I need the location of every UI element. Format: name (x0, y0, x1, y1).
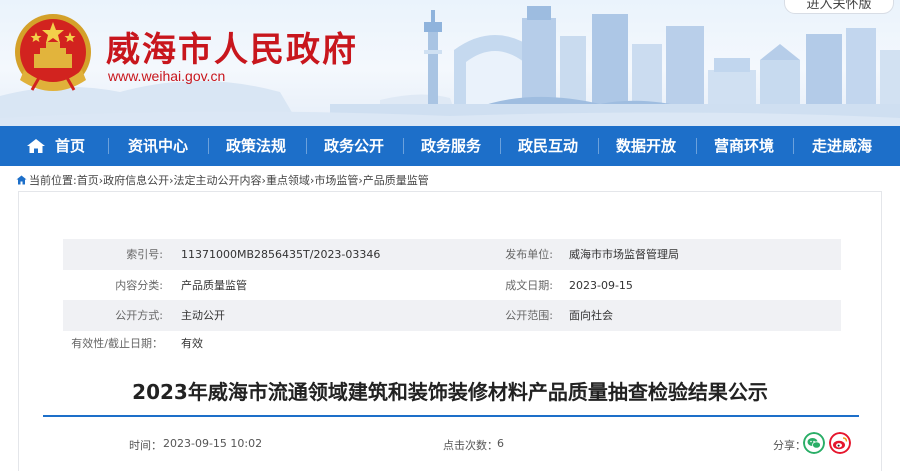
article-container: 索引号: 11371000MB2856435T/2023-03346 发布单位:… (18, 191, 882, 471)
nav-divider (208, 138, 209, 154)
publisher-label: 发布单位: (505, 248, 553, 261)
main-nav: 首页 资讯中心 政策法规 政务公开 政务服务 政民互动 数据开放 营商环境 走进… (0, 126, 900, 166)
nav-business-environment[interactable]: 营商环境 (704, 126, 784, 166)
wechat-share-icon[interactable] (803, 432, 825, 454)
disclosure-method-label: 公开方式: (115, 309, 163, 322)
meta-row-method: 公开方式: 主动公开 公开范围: 面向社会 (63, 300, 841, 331)
breadcrumb-gov-info-open[interactable]: 政府信息公开 (103, 174, 169, 187)
nav-divider (500, 138, 501, 154)
meta-row-validity: 有效性/截止日期： 有效 (63, 328, 841, 359)
breadcrumb-product-quality[interactable]: 产品质量监管 (363, 174, 429, 187)
care-mode-button[interactable]: 进入关怀版 (784, 0, 894, 14)
nav-policies[interactable]: 政策法规 (216, 126, 296, 166)
weibo-share-icon[interactable] (829, 432, 851, 454)
nav-news-center[interactable]: 资讯中心 (118, 126, 198, 166)
meta-row-category: 内容分类: 产品质量监管 成文日期: 2023-09-15 (63, 270, 841, 301)
breadcrumb-statutory-content[interactable]: 法定主动公开内容 (174, 174, 262, 187)
nav-interaction[interactable]: 政民互动 (508, 126, 588, 166)
click-count-value: 6 (497, 437, 504, 450)
breadcrumb-prefix: 当前位置 (29, 174, 73, 187)
breadcrumb-home[interactable]: 首页 (77, 174, 99, 187)
breadcrumb-key-areas[interactable]: 重点领域 (266, 174, 310, 187)
nav-divider (306, 138, 307, 154)
publisher-value: 威海市市场监督管理局 (569, 248, 679, 261)
publish-time-label: 时间： (129, 439, 162, 452)
publish-time-value: 2023-09-15 10:02 (163, 437, 263, 450)
share-label: 分享： (773, 439, 806, 452)
content-category-value: 产品质量监管 (181, 279, 247, 292)
nav-about-weihai[interactable]: 走进威海 (802, 126, 882, 166)
article-title: 2023年威海市流通领域建筑和装饰装修材料产品质量抽查检验结果公示 (132, 380, 768, 404)
nav-gov-services[interactable]: 政务服务 (411, 126, 491, 166)
meta-row-index: 索引号: 11371000MB2856435T/2023-03346 发布单位:… (63, 239, 841, 270)
site-title: 威海市人民政府 (106, 30, 358, 70)
written-date-label: 成文日期: (505, 279, 553, 292)
disclosure-scope-label: 公开范围: (505, 309, 553, 322)
breadcrumb-market-supervision[interactable]: 市场监管 (314, 174, 358, 187)
nav-divider (108, 138, 109, 154)
validity-value: 有效 (181, 337, 203, 350)
location-home-icon (16, 175, 27, 185)
nav-divider (793, 138, 794, 154)
title-divider (43, 415, 859, 417)
nav-home[interactable]: 首页 (50, 126, 90, 166)
disclosure-scope-value: 面向社会 (569, 309, 613, 322)
index-number-value: 11371000MB2856435T/2023-03346 (181, 248, 381, 261)
site-url[interactable]: www.weihai.gov.cn (108, 68, 225, 84)
breadcrumb: 当前位置:首页›政府信息公开›法定主动公开内容›重点领域›市场监管›产品质量监管 (16, 172, 429, 188)
nav-divider (696, 138, 697, 154)
nav-divider (403, 138, 404, 154)
content-category-label: 内容分类: (115, 279, 163, 292)
national-emblem-logo (15, 14, 91, 91)
nav-open-data[interactable]: 数据开放 (606, 126, 686, 166)
home-icon (27, 139, 45, 153)
click-count-label: 点击次数： (443, 439, 498, 452)
site-header: 威海市人民政府 www.weihai.gov.cn 进入关怀版 (0, 0, 900, 126)
validity-label: 有效性/截止日期： (71, 337, 163, 350)
index-number-label: 索引号: (126, 248, 163, 261)
written-date-value: 2023-09-15 (569, 279, 633, 292)
nav-gov-affairs-open[interactable]: 政务公开 (314, 126, 394, 166)
disclosure-method-value: 主动公开 (181, 309, 225, 322)
nav-divider (598, 138, 599, 154)
